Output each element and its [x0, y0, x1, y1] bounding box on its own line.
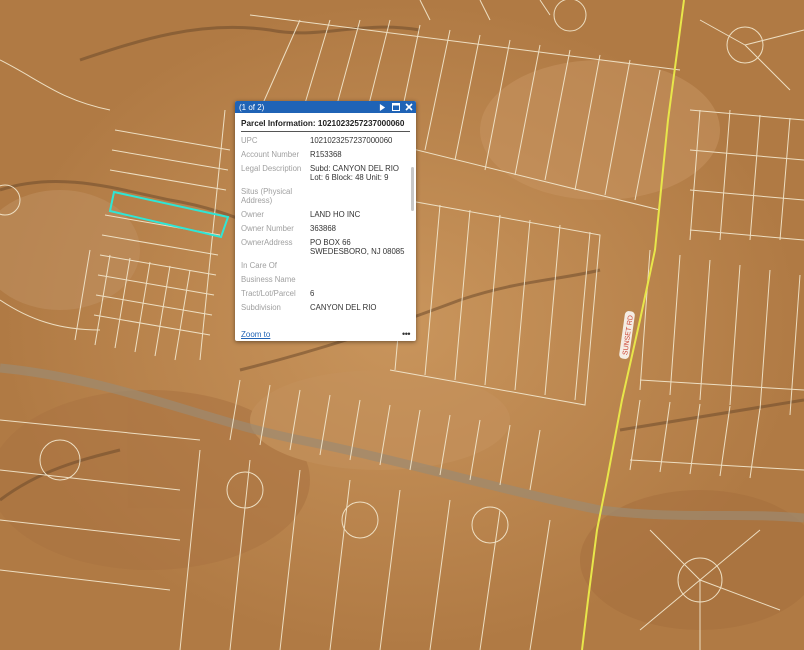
attr-label: Account Number: [241, 150, 300, 159]
popup-scrollbar[interactable]: [411, 167, 414, 211]
close-button[interactable]: [404, 103, 413, 112]
attr-label: Owner: [241, 210, 264, 219]
attr-label: Tract/Lot/Parcel: [241, 289, 296, 298]
attr-value: Subd: CANYON DEL RIO Lot: 6 Block: 48 Un…: [310, 164, 399, 182]
more-options-button[interactable]: •••: [402, 329, 410, 339]
attr-row: Account Number R153368: [241, 150, 410, 159]
attr-row: In Care Of: [241, 261, 410, 270]
maximize-button[interactable]: [391, 103, 400, 112]
attr-row: Subdivision CANYON DEL RIO: [241, 303, 410, 312]
attr-row: OwnerAddress PO BOX 66 SWEDESBORO, NJ 080…: [241, 238, 410, 256]
attr-label: Owner Number: [241, 224, 294, 233]
attr-row: Legal Description Subd: CANYON DEL RIO Lo…: [241, 164, 410, 182]
attr-row: UPC 1021023257237000060: [241, 136, 410, 145]
attr-label: In Care Of: [241, 261, 277, 270]
attr-label: UPC: [241, 136, 258, 145]
next-feature-button[interactable]: [378, 103, 387, 112]
popup-title: Parcel Information: 1021023257237000060: [241, 119, 410, 132]
attr-row: Business Name: [241, 275, 410, 284]
attr-value: 363868: [310, 224, 337, 233]
attr-value: CANYON DEL RIO: [310, 303, 377, 312]
window-icon: [391, 103, 400, 111]
zoom-to-link[interactable]: Zoom to: [241, 330, 270, 339]
attr-label: Business Name: [241, 275, 296, 284]
attr-value: [310, 275, 410, 284]
attr-value: PO BOX 66 SWEDESBORO, NJ 08085: [310, 238, 405, 256]
attr-label: Situs (Physical Address): [241, 187, 293, 205]
attr-row: Tract/Lot/Parcel 6: [241, 289, 410, 298]
popup-body[interactable]: Parcel Information: 1021023257237000060 …: [235, 113, 416, 329]
close-icon: [404, 103, 413, 111]
attr-row: Owner Number 363868: [241, 224, 410, 233]
attr-value: 6: [310, 289, 315, 298]
popup-counter: (1 of 2): [239, 102, 265, 112]
play-icon: [379, 103, 386, 111]
attr-value: LAND HO INC: [310, 210, 361, 219]
attr-row: Situs (Physical Address): [241, 187, 410, 205]
attr-label: OwnerAddress: [241, 238, 293, 247]
popup-footer: Zoom to •••: [241, 329, 410, 339]
attr-value: 1021023257237000060: [310, 136, 393, 145]
popup-header: (1 of 2): [235, 101, 416, 113]
attr-value: R153368: [310, 150, 342, 159]
attr-value: [310, 187, 410, 205]
attribute-list: UPC 1021023257237000060 Account Number R15…: [241, 136, 410, 312]
parcel-popup: (1 of 2) Parcel Information: 10210232572…: [235, 101, 416, 341]
attr-label: Subdivision: [241, 303, 281, 312]
attr-row: Owner LAND HO INC: [241, 210, 410, 219]
attr-label: Legal Description: [241, 164, 302, 173]
attr-value: [310, 261, 410, 270]
